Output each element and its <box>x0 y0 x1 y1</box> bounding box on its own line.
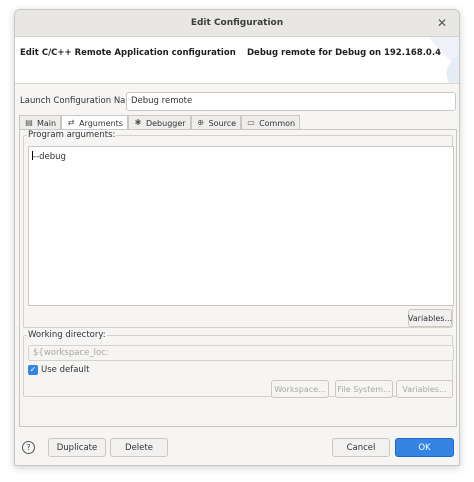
checkbox-checked-icon: ✓ <box>28 365 38 375</box>
tab-arguments-label: Arguments <box>79 118 123 128</box>
debugger-tab-icon: ✱ <box>134 118 142 127</box>
tab-common-label: Common <box>259 118 296 128</box>
program-arguments-value: --debug <box>33 152 66 162</box>
tab-bar: ▤ Main ⇄ Arguments ✱ Debugger ⊕ Source ▭… <box>19 115 301 130</box>
cancel-button[interactable]: Cancel <box>332 438 390 457</box>
use-default-label: Use default <box>41 365 90 375</box>
dialog-title: Edit Configuration <box>190 18 284 28</box>
launch-config-name-input[interactable] <box>126 91 456 111</box>
edit-configuration-dialog: Edit Configuration ✕ Edit C/C++ Remote A… <box>14 9 460 466</box>
banner-config-name: Debug remote for Debug on 192.168.0.4 <box>247 48 441 58</box>
arguments-tab-panel: Program arguments: --debug Variables... … <box>19 129 457 427</box>
program-arguments-variables-button[interactable]: Variables... <box>408 309 452 327</box>
file-system-button[interactable]: File System... <box>335 380 393 398</box>
banner-config-type: Edit C/C++ Remote Application configurat… <box>20 48 236 58</box>
help-icon[interactable]: ? <box>22 441 35 454</box>
tab-source[interactable]: ⊕ Source <box>190 115 242 130</box>
tab-main-label: Main <box>37 118 57 128</box>
working-directory-variables-button[interactable]: Variables... <box>396 380 453 398</box>
arguments-tab-icon: ⇄ <box>67 118 75 127</box>
working-directory-input[interactable]: ${workspace_loc: <box>28 345 454 361</box>
tab-main[interactable]: ▤ Main <box>19 115 62 130</box>
source-tab-icon: ⊕ <box>197 118 204 127</box>
ok-button[interactable]: OK <box>395 438 454 457</box>
tab-debugger[interactable]: ✱ Debugger <box>127 115 191 130</box>
config-banner: Edit C/C++ Remote Application configurat… <box>15 37 459 84</box>
program-arguments-textarea[interactable]: --debug <box>28 146 454 306</box>
launch-config-name-row: Launch Configuration Name: <box>20 91 456 111</box>
delete-button[interactable]: Delete <box>110 438 168 457</box>
use-default-checkbox[interactable]: ✓ Use default <box>28 365 90 375</box>
workspace-button[interactable]: Workspace... <box>271 380 329 398</box>
program-arguments-group: Program arguments: --debug Variables... <box>23 130 454 328</box>
launch-config-name-label: Launch Configuration Name: <box>20 96 142 106</box>
tab-common[interactable]: ▭ Common <box>241 115 301 130</box>
program-arguments-label: Program arguments: <box>27 130 117 140</box>
tab-source-label: Source <box>208 118 237 128</box>
working-directory-label: Working directory: <box>27 330 107 340</box>
close-icon[interactable]: ✕ <box>435 16 449 30</box>
tab-debugger-label: Debugger <box>145 118 186 128</box>
banner-decoration-icon <box>429 37 459 83</box>
working-directory-group: Working directory: ${workspace_loc: ✓ Us… <box>23 330 454 398</box>
main-tab-icon: ▤ <box>25 118 33 127</box>
tab-arguments[interactable]: ⇄ Arguments <box>61 115 128 130</box>
title-bar: Edit Configuration ✕ <box>15 10 459 37</box>
common-tab-icon: ▭ <box>247 118 255 127</box>
duplicate-button[interactable]: Duplicate <box>48 438 106 457</box>
